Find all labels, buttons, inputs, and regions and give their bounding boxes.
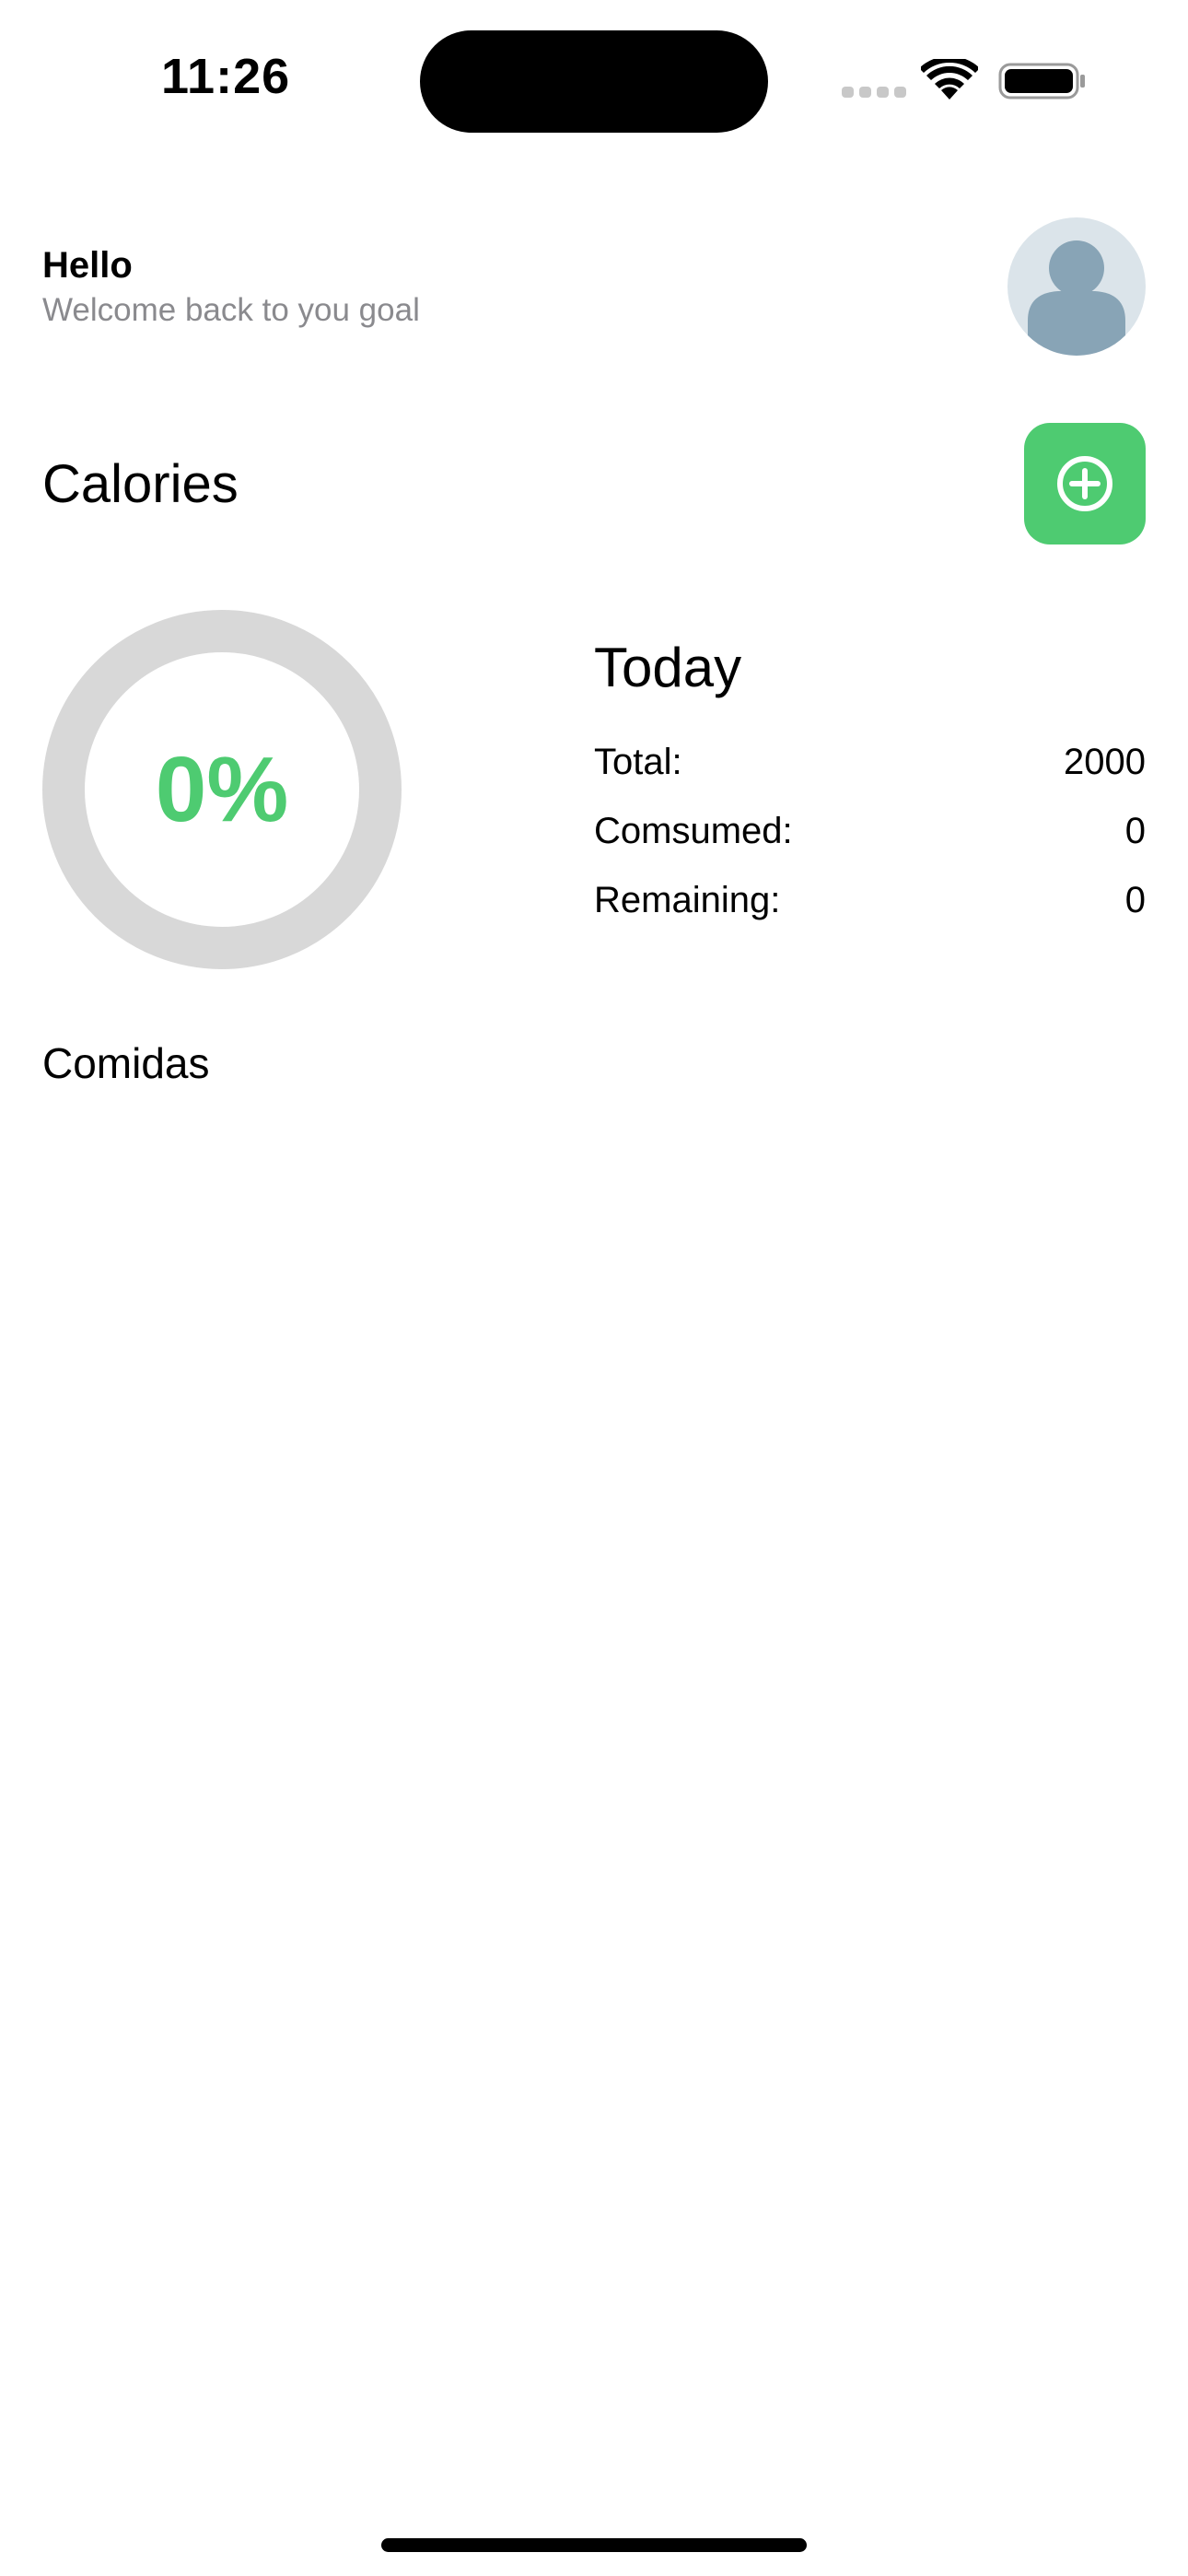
stat-label: Total: [594,742,682,782]
wifi-icon [921,59,978,100]
stat-value: 0 [1124,880,1146,920]
stat-label: Remaining: [594,880,781,920]
stat-label: Comsumed: [594,811,793,851]
plus-circle-icon [1057,456,1112,511]
today-title: Today [594,637,742,698]
avatar[interactable] [1007,217,1146,356]
stat-value: 0 [1124,811,1146,851]
stat-row-total: Total: 2000 [594,742,1146,783]
progress-percent: 0% [155,737,289,841]
meals-title: Comidas [42,1039,210,1087]
status-time: 11:26 [161,49,291,104]
home-indicator[interactable] [381,2538,807,2552]
greeting-subtitle: Welcome back to you goal [42,292,420,328]
stat-row-consumed: Comsumed: 0 [594,811,1146,852]
battery-icon [998,63,1085,100]
calories-title: Calories [42,454,239,514]
dynamic-island [420,30,768,133]
greeting-title: Hello [42,245,133,286]
stat-value: 2000 [1064,742,1146,782]
add-meal-button[interactable] [1024,423,1146,544]
stat-row-remaining: Remaining: 0 [594,880,1146,921]
person-icon [1028,240,1125,356]
cellular-signal-icon [842,87,906,98]
